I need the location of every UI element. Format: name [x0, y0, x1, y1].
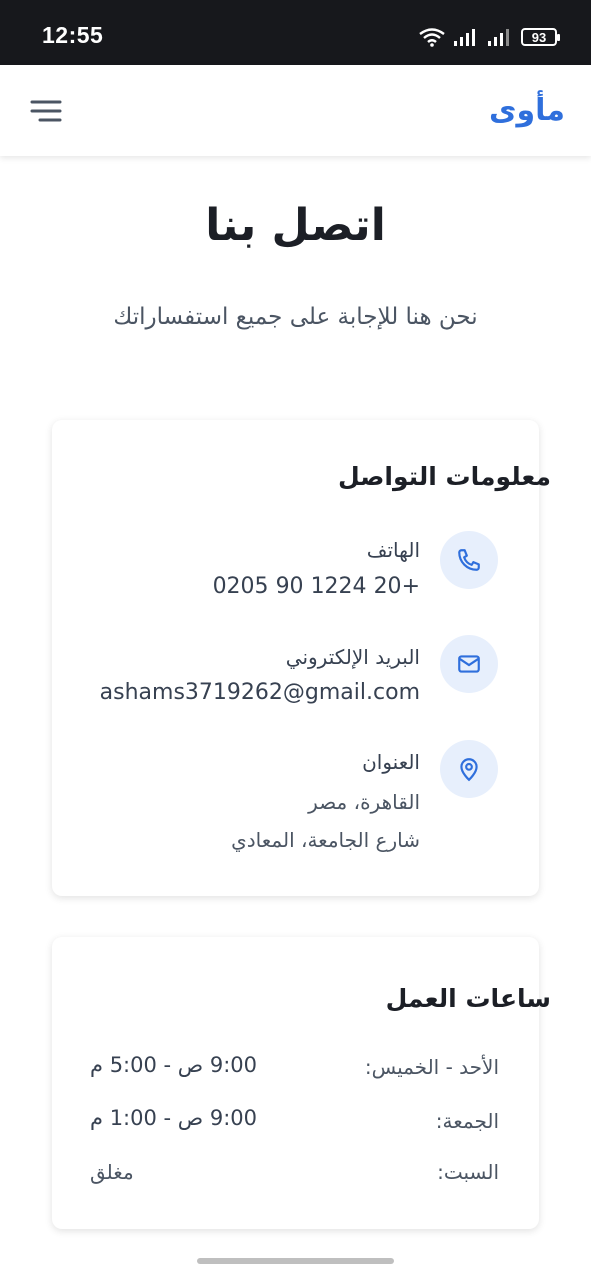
mail-icon-badge — [440, 635, 498, 693]
app-logo[interactable]: مأوى — [489, 93, 565, 128]
hours-time-friday: 9:00 ص - 1:00 م — [90, 1106, 258, 1130]
hours-card-title: ساعات العمل — [385, 984, 551, 1013]
address-label: العنوان — [362, 750, 420, 774]
phone-number: +20 1224 90 0205 — [212, 574, 420, 599]
address-line-1: القاهرة، مصر — [308, 790, 420, 814]
email-label: البريد الإلكتروني — [285, 645, 420, 669]
contact-card-title: معلومات التواصل — [337, 462, 551, 491]
page-title: اتصل بنا — [205, 200, 386, 251]
hours-day-weekdays: الأحد - الخميس: — [364, 1055, 499, 1079]
address-line-2: شارع الجامعة، المعادي — [231, 828, 420, 852]
phone-value[interactable]: ‏+20 1224 90 0205 — [213, 574, 420, 599]
status-icons: 93 — [419, 24, 560, 50]
phone-icon — [458, 549, 480, 571]
phone-icon-badge — [440, 531, 498, 589]
map-pin-icon-badge — [440, 740, 498, 798]
home-indicator[interactable] — [197, 1258, 394, 1264]
mail-icon — [458, 655, 480, 673]
wifi-icon — [419, 28, 445, 47]
cellular-signal-2-icon — [488, 29, 509, 46]
hours-day-friday: الجمعة: — [435, 1109, 499, 1133]
status-time: 12:55 — [42, 22, 104, 48]
page-subtitle: نحن هنا للإجابة على جميع استفساراتك — [113, 304, 478, 330]
hamburger-menu-icon — [30, 100, 62, 122]
hours-time-saturday: مغلق — [90, 1160, 134, 1184]
battery-indicator: 93 — [521, 28, 560, 46]
cellular-signal-icon — [454, 29, 475, 46]
working-hours-card — [52, 937, 539, 1229]
app-header: مأوى — [0, 65, 591, 156]
hours-day-saturday: السبت: — [437, 1160, 499, 1184]
battery-level: 93 — [531, 29, 547, 45]
status-bar: 12:55 93 — [0, 0, 591, 65]
menu-button[interactable] — [26, 93, 66, 129]
map-pin-icon — [460, 758, 478, 782]
phone-label: الهاتف — [366, 538, 420, 562]
hours-time-weekdays: 9:00 ص - 5:00 م — [90, 1053, 258, 1077]
email-value[interactable]: ashams3719262@gmail.com — [100, 680, 420, 705]
